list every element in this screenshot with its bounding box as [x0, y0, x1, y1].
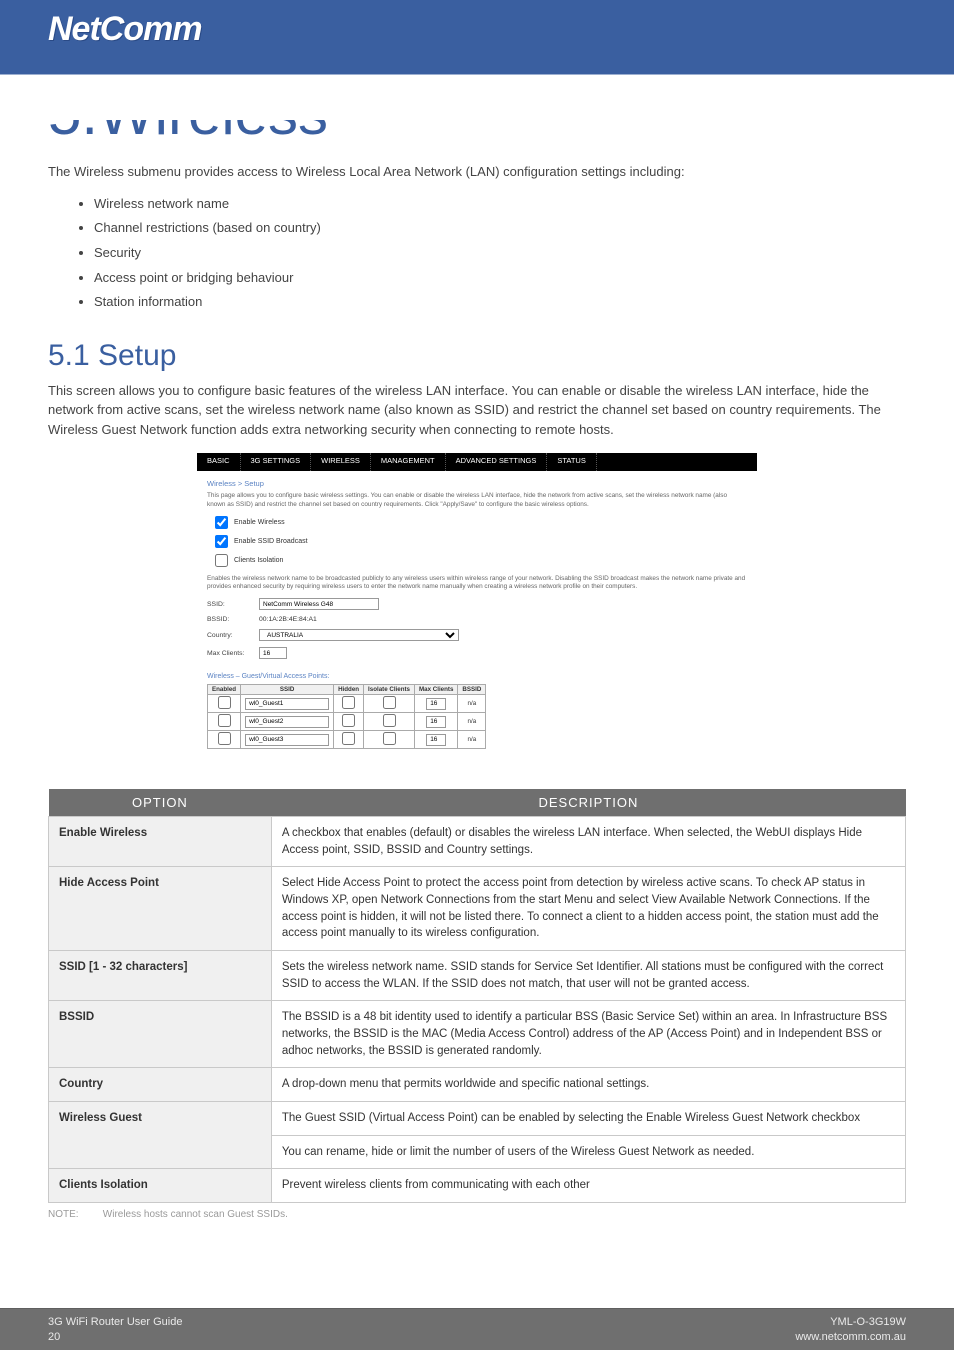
max-clients-input[interactable] — [259, 647, 287, 659]
guest-ssid-input[interactable] — [245, 698, 329, 710]
guest-row: n/a — [208, 713, 486, 731]
guest-heading: Wireless – Guest/Virtual Access Points: — [207, 673, 747, 680]
broadcast-note: Enables the wireless network name to be … — [207, 575, 747, 592]
ssid-label: SSID: — [207, 601, 249, 608]
tab-wireless[interactable]: WIRELESS — [311, 453, 371, 471]
page-footer: 3G WiFi Router User Guide 20 YML-O-3G19W… — [0, 1308, 954, 1350]
opt-desc: The Guest SSID (Virtual Access Point) ca… — [271, 1102, 905, 1136]
guest-enable-checkbox[interactable] — [218, 714, 231, 727]
guest-bssid: n/a — [458, 695, 486, 713]
options-th-option: OPTION — [49, 789, 272, 817]
guest-max-input[interactable] — [426, 716, 446, 728]
brand-logo: NetComm — [48, 10, 202, 49]
bullet-item: Security — [94, 241, 906, 266]
footer-page-number: 20 — [48, 1330, 182, 1344]
guest-th-hidden: Hidden — [334, 685, 364, 695]
enable-ssid-broadcast-label: Enable SSID Broadcast — [234, 538, 308, 545]
footer-guide-title: 3G WiFi Router User Guide — [48, 1315, 182, 1329]
tab-3g-settings[interactable]: 3G SETTINGS — [241, 453, 312, 471]
footer-url: www.netcomm.com.au — [795, 1330, 906, 1344]
screenshot: BASIC 3G SETTINGS WIRELESS MANAGEMENT AD… — [197, 453, 757, 761]
section-title: 5.1 Setup — [48, 339, 906, 373]
guest-row: n/a — [208, 695, 486, 713]
options-th-description: DESCRIPTION — [271, 789, 905, 817]
section-body: This screen allows you to configure basi… — [48, 381, 906, 440]
tab-advanced[interactable]: ADVANCED SETTINGS — [446, 453, 548, 471]
guest-hidden-checkbox[interactable] — [342, 714, 355, 727]
guest-enable-checkbox[interactable] — [218, 696, 231, 709]
screenshot-tabs: BASIC 3G SETTINGS WIRELESS MANAGEMENT AD… — [197, 453, 757, 471]
options-table: OPTION DESCRIPTION Enable WirelessA chec… — [48, 789, 906, 1203]
bullet-item: Wireless network name — [94, 192, 906, 217]
opt-desc: Sets the wireless network name. SSID sta… — [271, 951, 905, 1001]
opt-desc: Prevent wireless clients from communicat… — [271, 1169, 905, 1203]
opt-label: Clients Isolation — [49, 1169, 272, 1203]
tab-basic[interactable]: BASIC — [197, 453, 241, 471]
guest-th-isolate: Isolate Clients — [364, 685, 415, 695]
note-label: NOTE: — [48, 1209, 100, 1220]
guest-row: n/a — [208, 731, 486, 749]
opt-desc: The BSSID is a 48 bit identity used to i… — [271, 1001, 905, 1068]
opt-label: Wireless Guest — [49, 1102, 272, 1169]
guest-ssid-input[interactable] — [245, 716, 329, 728]
enable-wireless-checkbox[interactable] — [215, 516, 228, 529]
header-band: NetComm — [0, 0, 954, 120]
guest-th-enabled: Enabled — [208, 685, 241, 695]
intro-text: The Wireless submenu provides access to … — [48, 162, 906, 182]
opt-desc-extra: You can rename, hide or limit the number… — [271, 1135, 905, 1169]
guest-max-input[interactable] — [426, 734, 446, 746]
bullet-item: Access point or bridging behaviour — [94, 266, 906, 291]
breadcrumb: Wireless > Setup — [207, 479, 747, 488]
opt-label: SSID [1 - 32 characters] — [49, 951, 272, 1001]
guest-th-ssid: SSID — [241, 685, 334, 695]
guest-max-input[interactable] — [426, 698, 446, 710]
guest-table: Enabled SSID Hidden Isolate Clients Max … — [207, 684, 486, 749]
note: NOTE: Wireless hosts cannot scan Guest S… — [48, 1209, 906, 1220]
enable-wireless-label: Enable Wireless — [234, 519, 285, 526]
country-select[interactable]: AUSTRALIA — [259, 629, 459, 641]
opt-desc: Select Hide Access Point to protect the … — [271, 867, 905, 951]
screenshot-blurb: This page allows you to configure basic … — [207, 492, 747, 509]
guest-hidden-checkbox[interactable] — [342, 696, 355, 709]
clients-isolation-checkbox[interactable] — [215, 554, 228, 567]
opt-label: Hide Access Point — [49, 867, 272, 951]
opt-label: BSSID — [49, 1001, 272, 1068]
opt-label: Country — [49, 1068, 272, 1102]
guest-bssid: n/a — [458, 731, 486, 749]
guest-isolate-checkbox[interactable] — [383, 714, 396, 727]
max-clients-label: Max Clients: — [207, 650, 249, 657]
note-text: Wireless hosts cannot scan Guest SSIDs. — [103, 1209, 288, 1220]
opt-desc: A checkbox that enables (default) or dis… — [271, 817, 905, 867]
bssid-value: 00:1A:2B:4E:84:A1 — [259, 616, 317, 623]
footer-doc-code: YML-O-3G19W — [795, 1315, 906, 1329]
country-label: Country: — [207, 632, 249, 639]
guest-th-max: Max Clients — [415, 685, 458, 695]
guest-hidden-checkbox[interactable] — [342, 732, 355, 745]
opt-desc: A drop-down menu that permits worldwide … — [271, 1068, 905, 1102]
enable-ssid-broadcast-checkbox[interactable] — [215, 535, 228, 548]
guest-isolate-checkbox[interactable] — [383, 732, 396, 745]
tab-status[interactable]: STATUS — [547, 453, 596, 471]
tab-management[interactable]: MANAGEMENT — [371, 453, 446, 471]
guest-th-bssid: BSSID — [458, 685, 486, 695]
clients-isolation-label: Clients Isolation — [234, 557, 283, 564]
guest-isolate-checkbox[interactable] — [383, 696, 396, 709]
bssid-label: BSSID: — [207, 616, 249, 623]
guest-enable-checkbox[interactable] — [218, 732, 231, 745]
opt-label: Enable Wireless — [49, 817, 272, 867]
ssid-input[interactable] — [259, 598, 379, 610]
guest-ssid-input[interactable] — [245, 734, 329, 746]
bullet-item: Station information — [94, 290, 906, 315]
guest-bssid: n/a — [458, 713, 486, 731]
bullet-item: Channel restrictions (based on country) — [94, 216, 906, 241]
intro-bullets: Wireless network name Channel restrictio… — [94, 192, 906, 315]
